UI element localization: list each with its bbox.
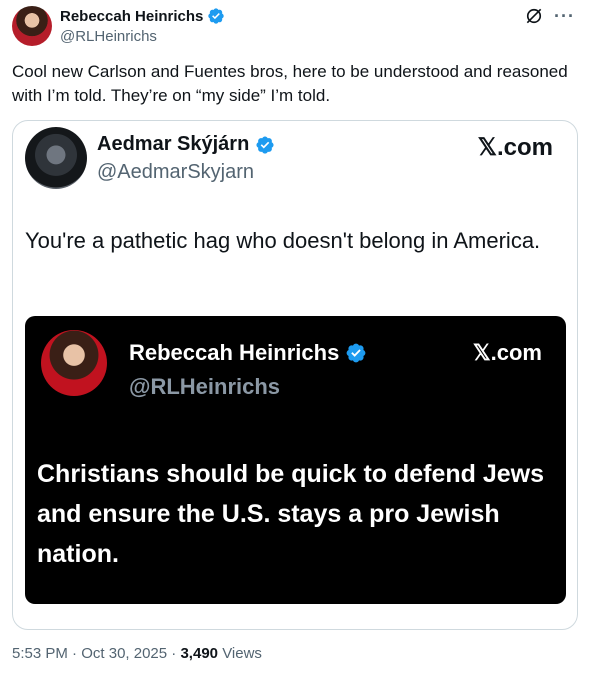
verified-badge-icon (256, 135, 274, 154)
views-count: 3,490 (180, 645, 219, 662)
verified-badge-icon (346, 343, 366, 363)
avatar[interactable] (12, 6, 52, 46)
grok-icon[interactable] (524, 6, 544, 26)
post-date[interactable]: Oct 30, 2025 (81, 645, 167, 662)
quoted-text: You're a pathetic hag who doesn't belong… (25, 228, 541, 253)
quoted-avatar (25, 127, 87, 189)
verified-badge-icon (208, 8, 225, 24)
separator: · (171, 645, 177, 662)
separator: · (72, 645, 78, 662)
quoted-author-handle: @AedmarSkyjarn (97, 161, 255, 183)
inner-author-name: Rebeccah Heinrichs (129, 340, 340, 365)
inner-avatar (41, 330, 107, 396)
post-metadata: 5:53 PM · Oct 30, 2025 · 3,490 Views (12, 645, 262, 662)
author-name[interactable]: Rebeccah Heinrichs (60, 8, 203, 25)
quoted-name-row: Aedmar Skýjárn (97, 133, 275, 156)
inner-screenshot: Rebeccah Heinrichs @RLHeinrichs 𝕏.com Ch… (25, 316, 566, 604)
post-text: Cool new Carlson and Fuentes bros, here … (12, 62, 568, 105)
quoted-post-card[interactable]: Aedmar Skýjárn @AedmarSkyjarn 𝕏.com You'… (12, 120, 578, 630)
quoted-source: 𝕏.com (477, 134, 553, 161)
inner-text: Christians should be quick to defend Jew… (37, 460, 545, 568)
quoted-author-name: Aedmar Skýjárn (97, 133, 250, 155)
views-label: Views (222, 645, 262, 662)
more-icon[interactable]: ··· (554, 6, 575, 26)
author-name-row: Rebeccah Heinrichs (60, 7, 225, 25)
inner-name-row: Rebeccah Heinrichs (129, 340, 367, 366)
author-handle[interactable]: @RLHeinrichs (60, 28, 157, 45)
inner-source: 𝕏.com (472, 340, 542, 365)
post-time[interactable]: 5:53 PM (12, 645, 68, 662)
inner-author-handle: @RLHeinrichs (129, 374, 281, 399)
header-actions: ··· (524, 6, 575, 26)
post-header: Rebeccah Heinrichs @RLHeinrichs ··· (12, 4, 579, 48)
